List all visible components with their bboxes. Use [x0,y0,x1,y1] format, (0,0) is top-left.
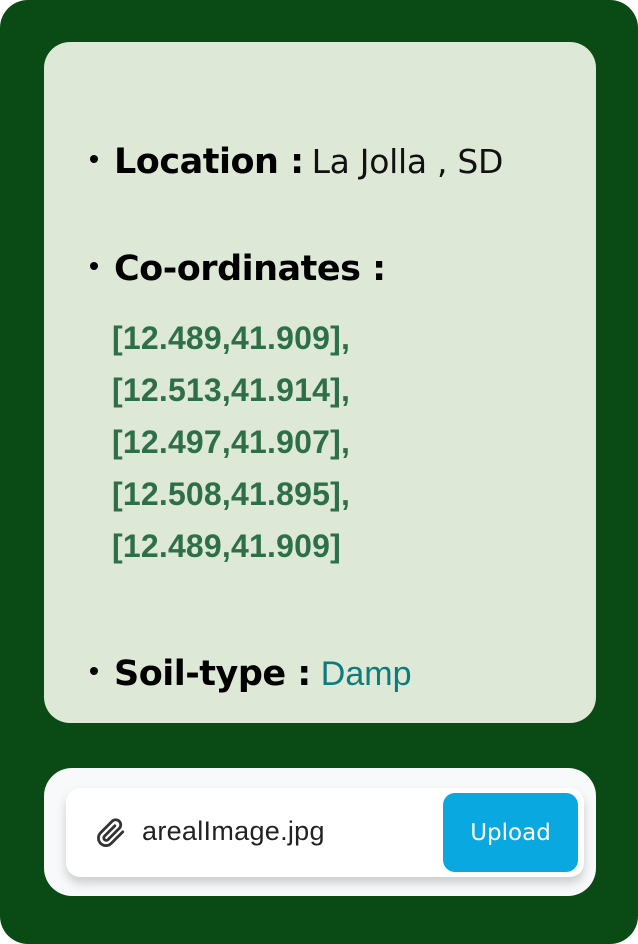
soil-type-value: Damp [320,655,412,693]
location-label: Location : [114,142,304,182]
file-name-text: arealImage.jpg [142,816,325,846]
app-frame: Location : La Jolla , SD Co-ordinates : … [0,0,638,944]
coordinates-row: Co-ordinates : [90,249,386,289]
bullet-icon [90,667,98,675]
coordinate-item: [12.489,41.909], [112,320,351,356]
upload-button[interactable]: Upload [443,793,578,872]
soil-type-label: Soil-type : [114,654,311,694]
coordinate-item: [12.497,41.907], [112,424,351,460]
coordinate-item: [12.489,41.909] [112,528,341,564]
location-row: Location : La Jolla , SD [90,142,503,182]
bullet-icon [90,262,98,270]
file-input[interactable]: arealImage.jpg Upload [66,788,584,877]
coordinates-label: Co-ordinates : [114,249,386,289]
paperclip-icon [96,818,126,848]
soil-type-row: Soil-type : Damp [90,654,412,694]
field-info-card: Location : La Jolla , SD Co-ordinates : … [44,42,596,723]
coordinates-list: [12.489,41.909], [12.513,41.914], [12.49… [112,312,350,572]
coordinate-item: [12.508,41.895], [112,476,351,512]
location-value: La Jolla , SD [311,142,504,181]
upload-card: arealImage.jpg Upload [44,768,596,896]
bullet-icon [90,155,98,163]
coordinate-item: [12.513,41.914], [112,372,351,408]
